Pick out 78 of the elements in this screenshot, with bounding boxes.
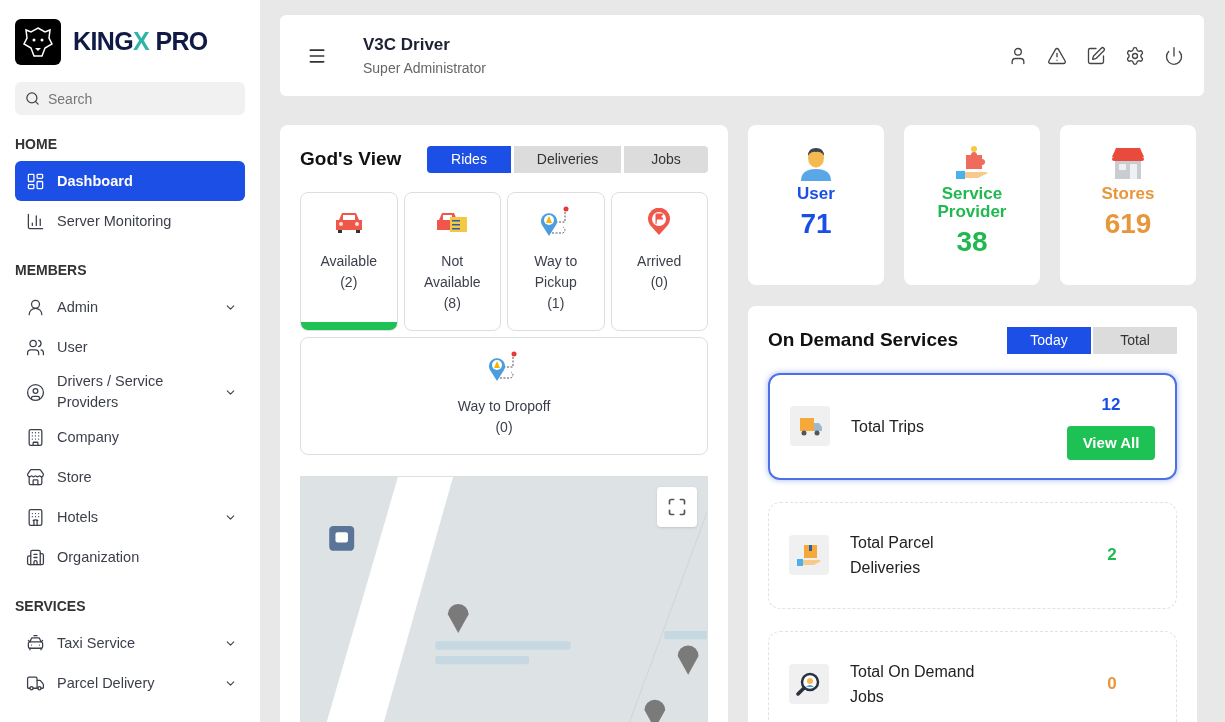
service-label: Total Parcel Deliveries [850,533,935,578]
status-label: Available [319,251,379,271]
status-tile[interactable]: Way to Dropoff (0) [300,336,708,455]
nav-item[interactable]: Server Monitoring [15,201,245,241]
tab[interactable]: Rides [427,145,511,173]
tab[interactable]: Jobs [624,145,708,173]
tab[interactable]: Today [1007,326,1091,354]
stat-label: Stores [1101,185,1155,203]
user-icon [26,297,45,317]
fullscreen-icon [667,496,687,517]
nav-item[interactable]: Drivers / Service Providers [15,367,245,417]
service-row[interactable]: Total On Demand Jobs 0 [768,630,1177,722]
fullscreen-button[interactable] [657,486,697,527]
status-count: (1) [547,293,565,313]
card-title: God's View [300,147,402,171]
dashboard-icon [26,171,45,191]
building-icon [26,547,45,567]
status-count: (0) [495,417,513,437]
nav-item[interactable]: Hotels [15,497,245,537]
account-role: Super Administrator [363,58,486,78]
hand-puzzle-icon [954,145,990,181]
nav-item[interactable]: Store [15,457,245,497]
status-tile[interactable]: Available (2) [300,191,398,331]
stat-value: 71 [800,207,832,241]
storefront-icon [1110,145,1146,181]
search-field[interactable]: Search [15,82,245,115]
nav-item[interactable]: Taxi Service [15,623,245,663]
status-label: Arrived [636,251,683,271]
stat-label: User [797,185,835,203]
tab[interactable]: Deliveries [514,145,621,173]
service-count: 0 [1107,673,1117,696]
stat-value: 38 [956,225,988,259]
tab[interactable]: Total [1093,326,1177,354]
magnifier-person-icon [796,671,822,697]
stat-value: 619 [1104,207,1152,241]
status-label: Not Available [422,251,482,292]
hotel-icon [26,507,45,527]
nav-item[interactable]: Admin [15,287,245,327]
nav-item[interactable]: User [15,327,245,367]
service-label: Total On Demand Jobs [850,662,976,707]
warning-icon[interactable] [1047,45,1067,66]
location-flag-icon [646,207,673,236]
nav-item[interactable]: Parcel Delivery [15,663,245,703]
person-icon [26,382,45,402]
service-count: 2 [1107,544,1117,567]
card-title: On Demand Services [768,328,959,352]
nav-item[interactable]: Organization [15,537,245,577]
section-heading: SERVICES [15,597,87,616]
status-count: (2) [340,272,358,292]
nav-item[interactable]: Dashboard [15,161,245,201]
status-tile[interactable]: Arrived (0) [610,191,708,331]
power-icon[interactable] [1164,45,1184,66]
service-count: 12 [1101,394,1121,417]
search-icon [25,91,40,106]
status-label: Way to Pickup [533,251,579,292]
status-count: (0) [650,272,668,292]
building-icon [26,427,45,447]
service-label: Total Trips [851,416,925,437]
users-icon [26,337,45,357]
status-label: Way to Dropoff [457,396,551,416]
section-heading: HOME [15,135,58,154]
service-row[interactable]: Total Parcel Deliveries 2 [768,501,1177,609]
stat-label: Service Provider [936,185,1008,221]
settings-icon[interactable] [1125,45,1145,66]
brand-name: KINGX PRO [73,26,208,58]
account-name: V3C Driver [363,34,451,57]
section-heading: MEMBERS [15,261,88,280]
service-row[interactable]: Total Trips 12 View All [768,372,1177,480]
parcel-hand-icon [796,542,822,568]
status-tile[interactable]: Way to Pickup (1) [507,191,605,331]
store-icon [26,467,45,487]
status-tile[interactable]: Not Available (8) [403,191,501,331]
person-icon [799,145,833,181]
status-count: (8) [443,293,461,313]
edit-icon[interactable] [1086,45,1106,66]
taxi-icon [26,633,45,653]
nav-item[interactable]: Company [15,417,245,457]
chart-icon [26,211,45,231]
